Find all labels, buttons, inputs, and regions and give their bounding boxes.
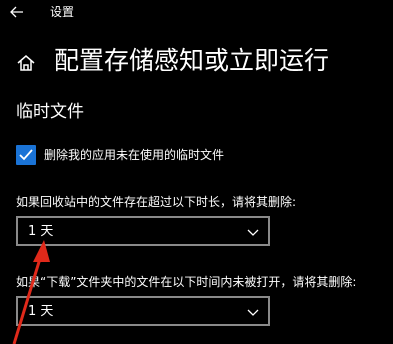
window-title: 设置 bbox=[50, 5, 75, 19]
recycle-bin-label: 如果回收站中的文件存在超过以下时长，请将其删除: bbox=[16, 195, 297, 209]
page-title: 配置存储感知或立即运行 bbox=[54, 46, 330, 75]
checkbox-label[interactable]: 删除我的应用未在使用的临时文件 bbox=[44, 148, 224, 162]
chevron-down-icon bbox=[247, 229, 259, 236]
chevron-down-icon bbox=[247, 309, 259, 316]
downloads-duration-select[interactable]: 1 天 bbox=[16, 296, 270, 326]
back-arrow-icon[interactable] bbox=[8, 3, 26, 21]
title-bar: 设置 bbox=[0, 0, 393, 26]
section-title: 临时文件 bbox=[16, 102, 84, 122]
recycle-bin-duration-value: 1 天 bbox=[28, 224, 54, 239]
delete-temp-files-checkbox[interactable] bbox=[16, 145, 36, 165]
recycle-bin-duration-select[interactable]: 1 天 bbox=[16, 216, 270, 246]
downloads-label: 如果“下载”文件夹中的文件在以下时间内未被打开，请将其删除: bbox=[16, 275, 357, 289]
checkmark-icon bbox=[19, 149, 33, 161]
downloads-duration-value: 1 天 bbox=[28, 304, 54, 319]
home-icon bbox=[17, 55, 35, 71]
